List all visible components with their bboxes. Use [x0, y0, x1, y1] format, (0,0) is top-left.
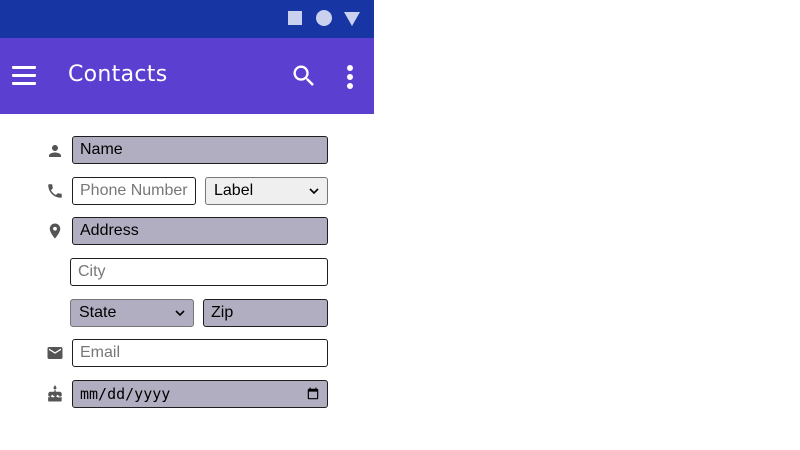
cake-icon [46, 385, 64, 403]
name-value: Name [80, 141, 123, 158]
phone-number-field[interactable]: Phone Number [72, 177, 196, 205]
address-field[interactable]: Address [72, 217, 328, 245]
email-placeholder: Email [80, 344, 121, 361]
phone-number-placeholder: Phone Number [80, 182, 188, 199]
address-value: Address [80, 222, 139, 239]
name-field[interactable]: Name [72, 136, 328, 164]
zip-field[interactable]: Zip [203, 299, 328, 327]
square-nav-icon[interactable] [288, 11, 302, 25]
chevron-down-icon [175, 310, 185, 317]
phone-label-select[interactable]: Label [205, 177, 328, 205]
birthday-placeholder: mm/dd/yyyy [80, 385, 171, 403]
email-icon [46, 344, 64, 362]
location-pin-icon [46, 222, 64, 240]
app-title: Contacts [68, 62, 168, 87]
more-vert-icon[interactable] [340, 64, 360, 90]
person-icon [46, 142, 64, 160]
phone-screen: Contacts Name Phone Number Label Address… [0, 0, 374, 450]
city-field[interactable]: City [70, 258, 328, 286]
menu-icon[interactable] [12, 66, 36, 86]
triangle-nav-icon[interactable] [344, 12, 360, 26]
state-select[interactable]: State [70, 299, 194, 327]
circle-nav-icon[interactable] [316, 10, 332, 26]
phone-label-value: Label [214, 182, 254, 199]
calendar-icon[interactable] [306, 387, 320, 401]
state-value: State [79, 304, 117, 321]
status-bar [0, 0, 374, 38]
birthday-date-field[interactable]: mm/dd/yyyy [72, 380, 328, 408]
email-field[interactable]: Email [72, 339, 328, 367]
city-placeholder: City [78, 263, 106, 280]
app-bar: Contacts [0, 38, 374, 114]
search-icon[interactable] [290, 62, 318, 90]
chevron-down-icon [309, 188, 319, 195]
zip-value: Zip [211, 304, 234, 321]
phone-icon [46, 182, 64, 200]
